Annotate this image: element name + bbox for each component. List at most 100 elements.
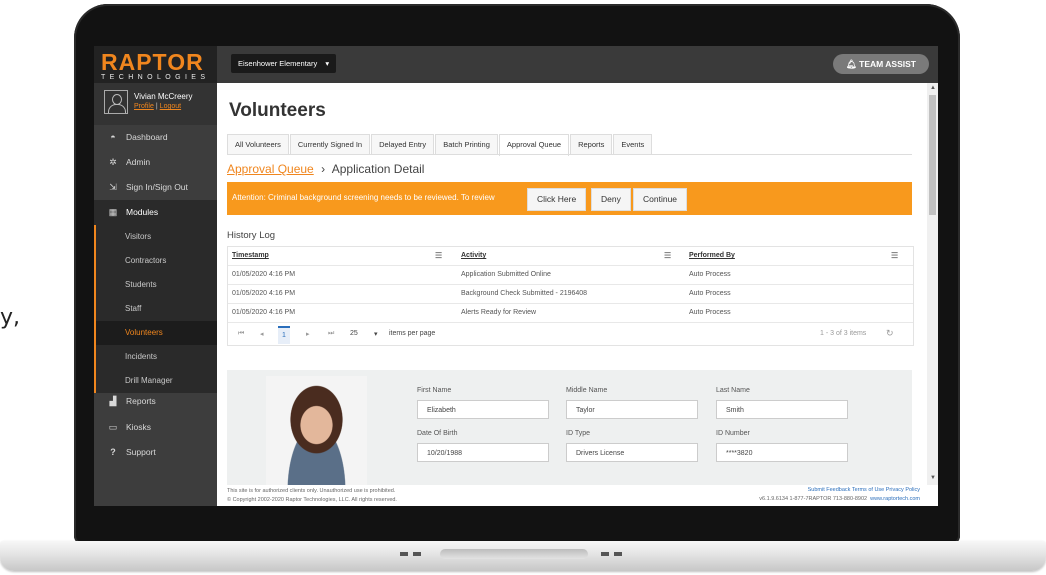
nav-drill-manager[interactable]: Drill Manager bbox=[96, 369, 217, 393]
logo-tagline: TECHNOLOGIES bbox=[101, 74, 210, 81]
footer-links[interactable]: Submit Feedback Terms of Use Privacy Pol… bbox=[808, 487, 920, 493]
last-name-field[interactable]: Smith bbox=[716, 400, 848, 419]
gear-icon: ✲ bbox=[109, 157, 117, 167]
tab-delayed-entry[interactable]: Delayed Entry bbox=[371, 134, 435, 155]
nav-visitors[interactable]: Visitors bbox=[96, 225, 217, 249]
main-content: Volunteers All Volunteers Currently Sign… bbox=[217, 83, 927, 485]
modules-submenu: Visitors Contractors Students Staff Volu… bbox=[94, 225, 217, 393]
nav-support[interactable]: ? Support bbox=[94, 440, 217, 465]
user-panel: Vivian McCreery Profile | Logout bbox=[94, 83, 217, 125]
stray-text: y, bbox=[0, 305, 21, 330]
modules-icon: ▦ bbox=[108, 207, 118, 217]
col-timestamp[interactable]: Timestamp bbox=[232, 252, 269, 259]
base-dot bbox=[413, 552, 421, 556]
signin-icon: ⇲ bbox=[109, 182, 117, 192]
page-size-select[interactable]: 25 bbox=[350, 330, 358, 337]
tab-bar: All Volunteers Currently Signed In Delay… bbox=[227, 134, 653, 156]
col-performed-by[interactable]: Performed By bbox=[689, 252, 735, 259]
footer-website-link[interactable]: www.raptortech.com bbox=[870, 496, 920, 502]
profile-link[interactable]: Profile bbox=[134, 103, 154, 110]
user-name: Vivian McCreery bbox=[134, 92, 193, 101]
nav-signinout[interactable]: ⇲ Sign In/Sign Out bbox=[94, 175, 217, 200]
table-row: 01/05/2020 4:16 PM Application Submitted… bbox=[228, 266, 913, 285]
school-selector[interactable]: Eisenhower Elementary ▾ bbox=[231, 54, 337, 73]
deny-button[interactable]: Deny bbox=[591, 188, 631, 211]
base-dot bbox=[400, 552, 408, 556]
tab-batch-printing[interactable]: Batch Printing bbox=[435, 134, 498, 155]
tab-currently-signed-in[interactable]: Currently Signed In bbox=[289, 134, 371, 155]
click-here-button[interactable]: Click Here bbox=[527, 188, 587, 211]
monitor-icon: ▭ bbox=[108, 422, 118, 432]
tab-reports[interactable]: Reports bbox=[570, 134, 613, 155]
scroll-up-icon[interactable]: ▲ bbox=[930, 85, 936, 91]
dob-label: Date Of Birth bbox=[417, 430, 458, 437]
alert-message: Attention: Criminal background screening… bbox=[232, 193, 495, 202]
middle-name-field[interactable]: Taylor bbox=[566, 400, 698, 419]
chevron-right-icon: › bbox=[321, 162, 326, 176]
app-screen: RAPTOR TECHNOLOGIES Vivian McCreery Prof… bbox=[94, 46, 938, 506]
table-row: 01/05/2020 4:16 PM Background Check Subm… bbox=[228, 285, 913, 304]
raptor-logo[interactable]: RAPTOR TECHNOLOGIES bbox=[94, 46, 217, 83]
middle-name-label: Middle Name bbox=[566, 387, 608, 394]
id-type-label: ID Type bbox=[566, 430, 590, 437]
table-header: Timestamp ☰ Activity ☰ Performed By ☰ bbox=[228, 247, 913, 266]
first-name-field[interactable]: Elizabeth bbox=[417, 400, 549, 419]
next-page-icon[interactable]: ▸ bbox=[306, 330, 310, 338]
nav-incidents[interactable]: Incidents bbox=[96, 345, 217, 369]
dashboard-icon: ◓ bbox=[110, 132, 116, 142]
nav-admin[interactable]: ✲ Admin bbox=[94, 150, 217, 175]
continue-button[interactable]: Continue bbox=[633, 188, 688, 211]
id-number-field[interactable]: ****3820 bbox=[716, 443, 848, 462]
filter-icon[interactable]: ☰ bbox=[435, 251, 442, 260]
nav-staff[interactable]: Staff bbox=[96, 297, 217, 321]
avatar-icon bbox=[104, 90, 128, 114]
scroll-thumb[interactable] bbox=[929, 95, 936, 215]
dob-field[interactable]: 10/20/1988 bbox=[417, 443, 549, 462]
footer-disclaimer: This site is for authorized clients only… bbox=[227, 488, 396, 494]
nav-kiosks[interactable]: ▭ Kiosks bbox=[94, 415, 217, 440]
page-title: Volunteers bbox=[229, 100, 326, 121]
question-icon: ? bbox=[110, 447, 116, 457]
nav-contractors[interactable]: Contractors bbox=[96, 249, 217, 273]
first-name-label: First Name bbox=[417, 387, 452, 394]
pager-summary: 1 - 3 of 3 items bbox=[820, 330, 867, 337]
page-footer: This site is for authorized clients only… bbox=[217, 485, 938, 506]
prev-page-icon[interactable]: ◂ bbox=[260, 330, 264, 338]
nav-students[interactable]: Students bbox=[96, 273, 217, 297]
id-type-field[interactable]: Drivers License bbox=[566, 443, 698, 462]
scroll-down-icon[interactable]: ▼ bbox=[930, 475, 936, 481]
base-dot bbox=[601, 552, 609, 556]
team-assist-button[interactable]: 🔔︎ TEAM ASSIST bbox=[833, 54, 929, 74]
page-number-current[interactable]: 1 bbox=[278, 326, 290, 344]
filter-icon[interactable]: ☰ bbox=[664, 251, 671, 260]
tab-approval-queue[interactable]: Approval Queue bbox=[498, 134, 570, 156]
sidebar: RAPTOR TECHNOLOGIES Vivian McCreery Prof… bbox=[94, 46, 217, 506]
nav-volunteers[interactable]: Volunteers bbox=[96, 321, 217, 345]
history-table: Timestamp ☰ Activity ☰ Performed By ☰ 01… bbox=[227, 246, 914, 346]
nav-modules[interactable]: ▦ Modules bbox=[94, 200, 217, 225]
refresh-icon[interactable]: ↻ bbox=[886, 328, 894, 339]
table-row: 01/05/2020 4:16 PM Alerts Ready for Revi… bbox=[228, 304, 913, 323]
breadcrumb-approval-queue[interactable]: Approval Queue bbox=[227, 162, 314, 176]
history-log-title: History Log bbox=[227, 230, 276, 241]
logout-link[interactable]: Logout bbox=[160, 103, 181, 110]
tab-all-volunteers[interactable]: All Volunteers bbox=[227, 134, 289, 155]
footer-copyright: © Copyright 2002-2020 Raptor Technologie… bbox=[227, 497, 397, 503]
nav-reports[interactable]: ▟ Reports bbox=[94, 393, 217, 415]
main-nav: ◓ Dashboard ✲ Admin ⇲ Sign In/Sign Out ▦ Mod… bbox=[94, 125, 217, 465]
tab-events[interactable]: Events bbox=[613, 134, 653, 155]
breadcrumb: Approval Queue › Application Detail bbox=[227, 162, 424, 176]
first-page-icon[interactable]: ⏮︎ bbox=[238, 330, 244, 338]
filter-icon[interactable]: ☰ bbox=[891, 251, 898, 260]
last-name-label: Last Name bbox=[716, 387, 750, 394]
chevron-down-icon[interactable]: ▾ bbox=[374, 330, 378, 338]
chart-icon: ▟ bbox=[109, 396, 117, 406]
applicant-photo bbox=[266, 376, 367, 485]
table-pager: ⏮︎ ◂ 1 ▸ ⏭︎ 25 ▾ items per page 1 - 3 of… bbox=[228, 323, 913, 345]
col-activity[interactable]: Activity bbox=[461, 252, 486, 259]
last-page-icon[interactable]: ⏭︎ bbox=[328, 330, 334, 338]
attention-banner: Attention: Criminal background screening… bbox=[227, 182, 912, 215]
id-number-label: ID Number bbox=[716, 430, 750, 437]
page-scrollbar[interactable]: ▲ ▼ bbox=[927, 83, 938, 485]
nav-dashboard[interactable]: ◓ Dashboard bbox=[94, 125, 217, 150]
